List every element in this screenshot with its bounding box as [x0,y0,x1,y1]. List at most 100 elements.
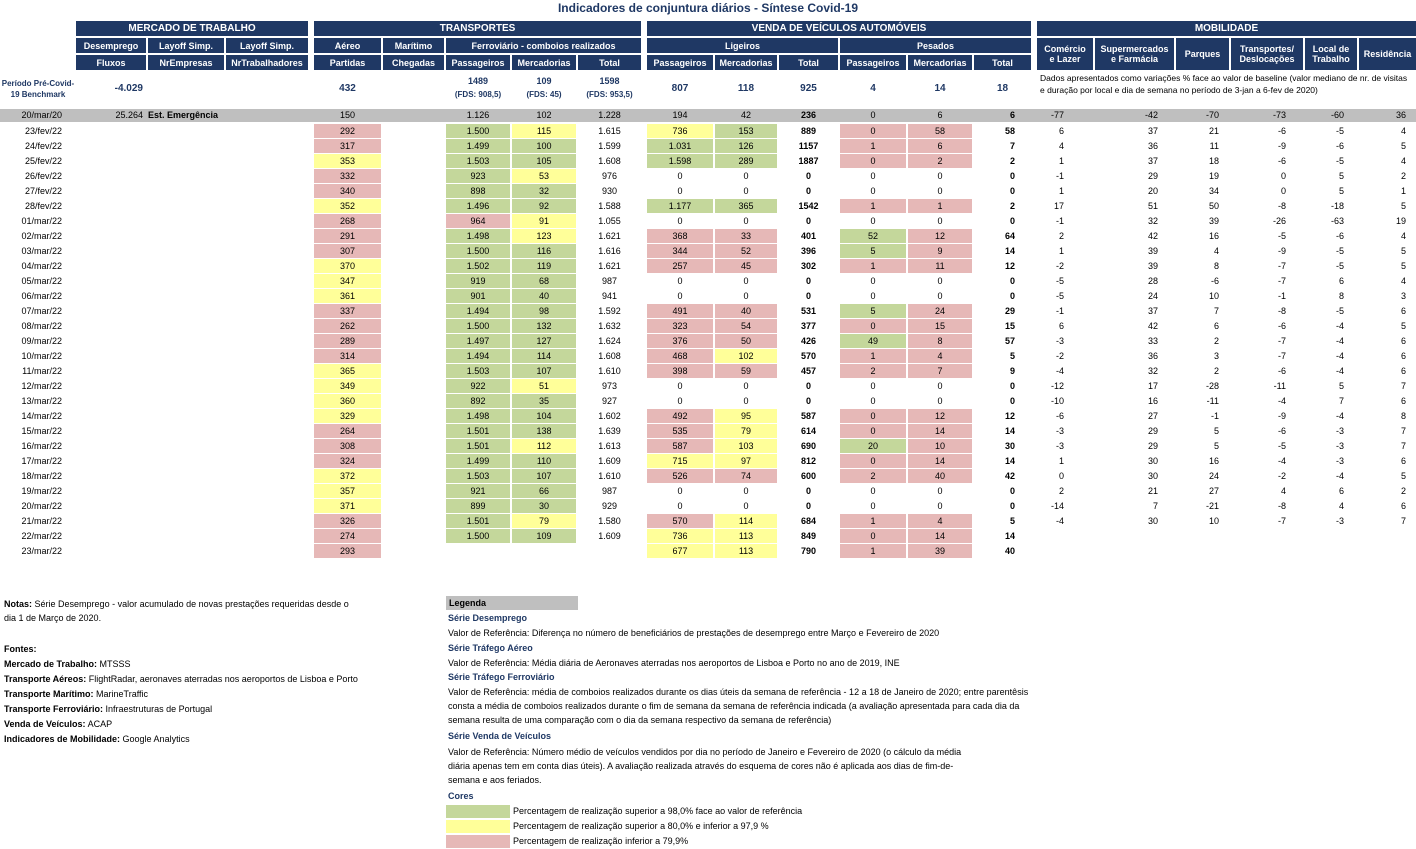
header-aereo: Aéreo [314,38,381,53]
group-header-transportes: TRANSPORTES [314,21,641,36]
cell-mob-parques: 16 [1208,456,1219,466]
cell-mob-transportes: -7 [1277,336,1286,346]
cell-pes-passageiros: 1 [840,514,906,528]
cell-mob-parques: 7 [1213,306,1219,316]
cell-mob-parques [1176,544,1222,558]
cell-mob-supermercados: 39 [1147,261,1158,271]
cell-pes-total: 0 [1009,291,1015,301]
cell-mob-supermercados: 30 [1147,471,1158,481]
cell-mob-supermercados: 27 [1147,411,1158,421]
cell-aereo-partidas: 329 [314,409,381,423]
cell-mob-supermercados: 28 [1147,276,1158,286]
header-pes-total: Total [974,55,1031,70]
cell-ferro-total: 1.610 [598,366,621,376]
header-nrtrabalhadores: NrTrabalhadores [226,55,308,70]
cell-aereo-partidas: 274 [314,529,381,543]
fontes-label: Fontes: [4,644,37,654]
cell-pes-total: 0 [1009,216,1015,226]
legenda-cor-pink: Percentagem de realização inferior a 79,… [513,836,689,846]
cell-mob-supermercados: 37 [1147,156,1158,166]
cell-ferro-passageiros: 1.501 [446,514,510,528]
benchmark-ferro-total-fds: (FDS: 953,5) [586,90,633,99]
row-date: 23/mar/22 [21,546,62,556]
cell-mob-residencia: 6 [1400,456,1406,466]
cell-pes-total: 5 [1009,516,1015,526]
cell-ferro-passageiros: 1.503 [446,364,510,378]
cell-aereo-partidas: 324 [314,454,381,468]
cell-aereo-partidas: 308 [314,439,381,453]
cell-pes-passageiros: 0 [840,454,906,468]
cell-mob-residencia: 5 [1400,321,1406,331]
cell-pes-passageiros: 0 [870,291,876,301]
cell-lig-passageiros: 0 [677,396,683,406]
cell-mob-transportes: -4 [1277,456,1286,466]
row-date: 08/mar/22 [21,321,62,331]
cell-lig-mercadorias: 50 [715,334,777,348]
cell-lig-passageiros: 715 [647,454,713,468]
emergency-lig-total: 236 [800,110,817,120]
row-date: 13/mar/22 [21,396,62,406]
cell-pes-mercadorias: 0 [937,186,943,196]
cell-lig-passageiros: 398 [647,364,713,378]
cell-mob-residencia: 6 [1400,336,1406,346]
cell-aereo-partidas: 347 [314,274,381,288]
cell-pes-mercadorias: 12 [908,409,972,423]
legenda-desemprego-value: Valor de Referência: Diferença no número… [448,628,940,638]
header-residencia: Residência [1359,38,1416,70]
cell-lig-total: 457 [800,366,817,376]
header-fluxos: Fluxos [76,55,146,70]
cell-mob-residencia: 5 [1400,246,1406,256]
benchmark-ferro-merc: 109 [536,76,552,86]
cell-aereo-partidas: 268 [314,214,381,228]
cell-mob-residencia: 6 [1400,351,1406,361]
emergency-mob-local-trabalho: -60 [1330,110,1344,120]
cell-aereo-partidas: 291 [314,229,381,243]
fonte-item: Venda de Veículos: ACAP [4,717,112,731]
cell-lig-total: 889 [800,126,817,136]
cell-lig-passageiros: 526 [647,469,713,483]
cell-mob-transportes: -11 [1273,381,1286,391]
cell-mob-parques: 3 [1213,351,1219,361]
cell-mob-transportes: -4 [1277,396,1286,406]
emergency-label: Est. Emergência [148,110,219,120]
cell-lig-mercadorias: 79 [715,424,777,438]
cell-pes-total: 14 [1004,246,1015,256]
emergency-lig-pass: 194 [672,110,688,120]
legenda-vendas-value-3: semana e aos feriados. [448,775,542,785]
cell-lig-passageiros: 257 [647,259,713,273]
fonte-item: Transporte Aéreos: FlightRadar, aeronave… [4,672,358,686]
emergency-ferro-total: 1.228 [598,110,621,120]
cell-ferro-mercadorias [512,544,576,558]
legend-swatch-yellow [446,820,510,833]
cell-lig-passageiros: 677 [647,544,713,558]
header-lig-total: Total [779,55,838,70]
cell-lig-mercadorias: 289 [715,154,777,168]
cell-aereo-partidas: 326 [314,514,381,528]
cell-mob-transportes: -5 [1277,441,1286,451]
cell-mob-comercio: 6 [1058,321,1064,331]
cell-lig-mercadorias: 365 [715,199,777,213]
header-pes-mercadorias: Mercadorias [908,55,972,70]
cell-mob-comercio: -3 [1055,426,1064,436]
cell-pes-passageiros: 0 [840,424,906,438]
cell-lig-mercadorias: 45 [715,259,777,273]
cell-mob-supermercados: 36 [1147,141,1158,151]
cell-pes-passageiros: 0 [840,154,906,168]
benchmark-label: Período Pré-Covid-19 Benchmark [1,79,75,99]
cell-mob-residencia: 5 [1400,201,1406,211]
fonte-key: Indicadores de Mobilidade: [4,734,121,744]
cell-mob-supermercados [1095,544,1161,558]
cell-pes-passageiros: 0 [870,501,876,511]
cell-mob-comercio: -14 [1050,501,1064,511]
legenda-cores-title: Cores [448,791,474,801]
cell-ferro-total: 927 [601,396,618,406]
cell-mob-parques: -1 [1210,411,1219,421]
cell-mob-local-trabalho: 7 [1338,396,1344,406]
cell-pes-mercadorias: 0 [937,501,943,511]
cell-lig-total: 570 [800,351,817,361]
cell-mob-residencia: 4 [1400,231,1406,241]
cell-aereo-partidas: 289 [314,334,381,348]
emergency-ferro-pass: 1.126 [466,110,490,120]
cell-lig-passageiros: 1.031 [647,139,713,153]
cell-ferro-total [578,544,641,558]
